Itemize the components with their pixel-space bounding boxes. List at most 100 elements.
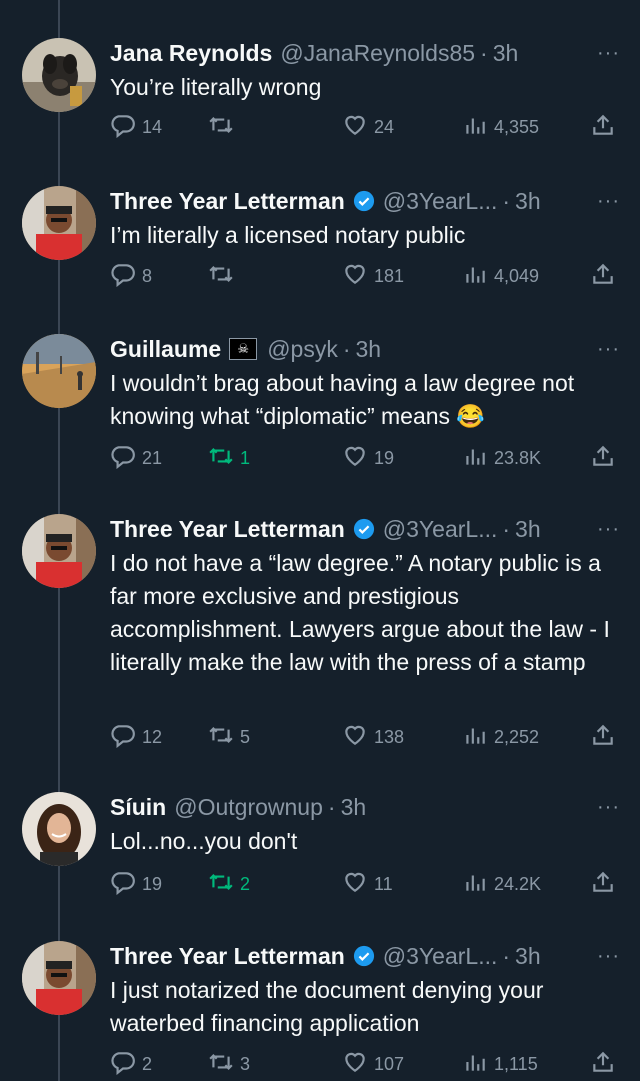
tweet-header: Three Year Letterman @3YearL... · 3h ··· <box>110 514 620 544</box>
views-button[interactable]: 23.8K <box>462 443 541 473</box>
like-button[interactable]: 107 <box>342 1049 404 1079</box>
avatar[interactable] <box>22 186 96 260</box>
tweet-header: Jana Reynolds @JanaReynolds85 · 3h ··· <box>110 38 620 68</box>
bar-chart-icon <box>462 261 494 292</box>
share-button[interactable] <box>590 722 622 752</box>
reply-count: 2 <box>142 1053 153 1074</box>
user-handle[interactable]: @JanaReynolds85 <box>280 40 475 67</box>
tweet-header: Síuin @Outgrownup · 3h ··· <box>110 792 620 822</box>
avatar[interactable] <box>22 792 96 866</box>
share-button[interactable] <box>590 1049 622 1079</box>
tweet-actions: 12 5 138 2,252 <box>110 722 620 752</box>
timestamp[interactable]: 3h <box>493 40 519 67</box>
like-button[interactable]: 19 <box>342 443 394 473</box>
more-options-icon[interactable]: ··· <box>597 796 620 819</box>
reply-button[interactable]: 21 <box>110 443 162 473</box>
like-button[interactable]: 138 <box>342 722 404 752</box>
user-handle[interactable]: @3YearL... <box>383 188 498 215</box>
retweet-icon <box>208 722 240 753</box>
views-button[interactable]: 1,115 <box>462 1049 538 1079</box>
verified-badge-icon <box>353 518 375 540</box>
view-count: 4,049 <box>494 265 540 286</box>
avatar[interactable] <box>22 38 96 112</box>
like-button[interactable]: 181 <box>342 261 404 291</box>
share-button[interactable] <box>590 869 622 899</box>
share-button[interactable] <box>590 112 622 142</box>
display-name[interactable]: Guillaume <box>110 336 221 363</box>
separator-dot: · <box>502 515 511 542</box>
share-icon <box>590 261 622 292</box>
separator-dot: · <box>502 187 511 214</box>
retweet-button[interactable]: 2 <box>208 869 250 899</box>
views-button[interactable]: 4,355 <box>462 112 539 142</box>
bar-chart-icon <box>462 112 494 143</box>
retweet-icon <box>208 261 240 292</box>
reply-button[interactable]: 19 <box>110 869 162 899</box>
views-button[interactable]: 24.2K <box>462 869 541 899</box>
heart-icon <box>342 722 374 753</box>
reply-button[interactable]: 14 <box>110 112 162 142</box>
avatar[interactable] <box>22 514 96 588</box>
retweet-count: 1 <box>240 447 251 468</box>
reply-button[interactable]: 2 <box>110 1049 152 1079</box>
avatar[interactable] <box>22 941 96 1015</box>
view-count: 4,355 <box>494 116 540 137</box>
pirate-flag-icon: ☠ <box>229 338 258 360</box>
display-name[interactable]: Three Year Letterman <box>110 516 345 543</box>
more-options-icon[interactable]: ··· <box>597 945 620 968</box>
display-name[interactable]: Three Year Letterman <box>110 943 345 970</box>
reply-button[interactable]: 12 <box>110 722 162 752</box>
heart-icon <box>342 869 374 900</box>
reply-icon <box>110 112 142 143</box>
tweet-header: Three Year Letterman @3YearL... · 3h ··· <box>110 941 620 971</box>
timestamp[interactable]: 3h <box>356 336 382 363</box>
tweet-text: You’re literally wrong <box>110 74 322 100</box>
more-options-icon[interactable]: ··· <box>597 42 620 65</box>
timestamp[interactable]: 3h <box>341 794 367 821</box>
separator-dot: · <box>502 942 511 969</box>
views-button[interactable]: 2,252 <box>462 722 539 752</box>
separator-dot: · <box>327 793 336 820</box>
reply-count: 12 <box>142 726 163 747</box>
user-handle[interactable]: @Outgrownup <box>174 794 323 821</box>
avatar[interactable] <box>22 334 96 408</box>
more-options-icon[interactable]: ··· <box>597 338 620 361</box>
more-options-icon[interactable]: ··· <box>597 518 620 541</box>
timestamp[interactable]: 3h <box>515 943 541 970</box>
timestamp[interactable]: 3h <box>515 516 541 543</box>
user-handle[interactable]: @psyk <box>267 336 338 363</box>
like-count: 11 <box>374 873 393 894</box>
retweet-icon <box>208 112 240 143</box>
like-button[interactable]: 24 <box>342 112 394 142</box>
more-options-icon[interactable]: ··· <box>597 190 620 213</box>
display-name[interactable]: Jana Reynolds <box>110 40 272 67</box>
share-button[interactable] <box>590 261 622 291</box>
timestamp[interactable]: 3h <box>515 188 541 215</box>
reply-icon <box>110 443 142 474</box>
like-button[interactable]: 11 <box>342 869 393 899</box>
reply-count: 14 <box>142 116 163 137</box>
retweet-button[interactable]: 5 <box>208 722 250 752</box>
retweet-button[interactable] <box>208 261 240 291</box>
verified-badge-icon <box>353 945 375 967</box>
bar-chart-icon <box>462 722 494 753</box>
tweet-header: Three Year Letterman @3YearL... · 3h ··· <box>110 186 620 216</box>
like-count: 24 <box>374 116 395 137</box>
user-handle[interactable]: @3YearL... <box>383 516 498 543</box>
reply-count: 21 <box>142 447 163 468</box>
share-button[interactable] <box>590 443 622 473</box>
retweet-button[interactable]: 3 <box>208 1049 250 1079</box>
retweet-button[interactable] <box>208 112 240 142</box>
retweet-button[interactable]: 1 <box>208 443 250 473</box>
user-handle[interactable]: @3YearL... <box>383 943 498 970</box>
heart-icon <box>342 1049 374 1080</box>
tweet-text: I do not have a “law degree.” A notary p… <box>110 550 610 675</box>
display-name[interactable]: Three Year Letterman <box>110 188 345 215</box>
retweet-icon <box>208 1049 240 1080</box>
display-name[interactable]: Síuin <box>110 794 166 821</box>
verified-badge-icon <box>353 190 375 212</box>
views-button[interactable]: 4,049 <box>462 261 539 291</box>
bar-chart-icon <box>462 1049 494 1080</box>
reply-button[interactable]: 8 <box>110 261 152 291</box>
retweet-count: 2 <box>240 873 251 894</box>
